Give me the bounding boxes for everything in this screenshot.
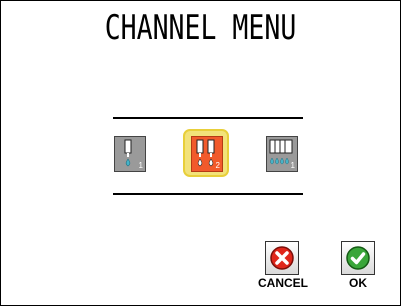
divider-top (113, 117, 303, 119)
x-circle-icon (270, 246, 294, 270)
divider-bottom (113, 193, 303, 195)
check-circle-icon (346, 246, 370, 270)
channel-option-multi[interactable]: 1 (262, 133, 302, 175)
ok-label: OK (349, 276, 367, 290)
channel-option-single[interactable]: 1 (110, 133, 150, 175)
cancel-label: CANCEL (258, 276, 308, 290)
ok-button[interactable] (341, 241, 375, 275)
page-title: CHANNEL MENU (104, 8, 297, 48)
single-pipette-icon: 1 (114, 136, 146, 172)
channel-count-label: 1 (138, 161, 143, 170)
channel-option-dual[interactable]: 2 (183, 129, 229, 177)
channel-count-label: 1 (290, 161, 295, 170)
cancel-button[interactable] (265, 241, 299, 275)
multi-pipette-icon: 1 (266, 136, 298, 172)
channel-count-label: 2 (215, 161, 220, 170)
dual-pipette-icon: 2 (191, 136, 223, 172)
